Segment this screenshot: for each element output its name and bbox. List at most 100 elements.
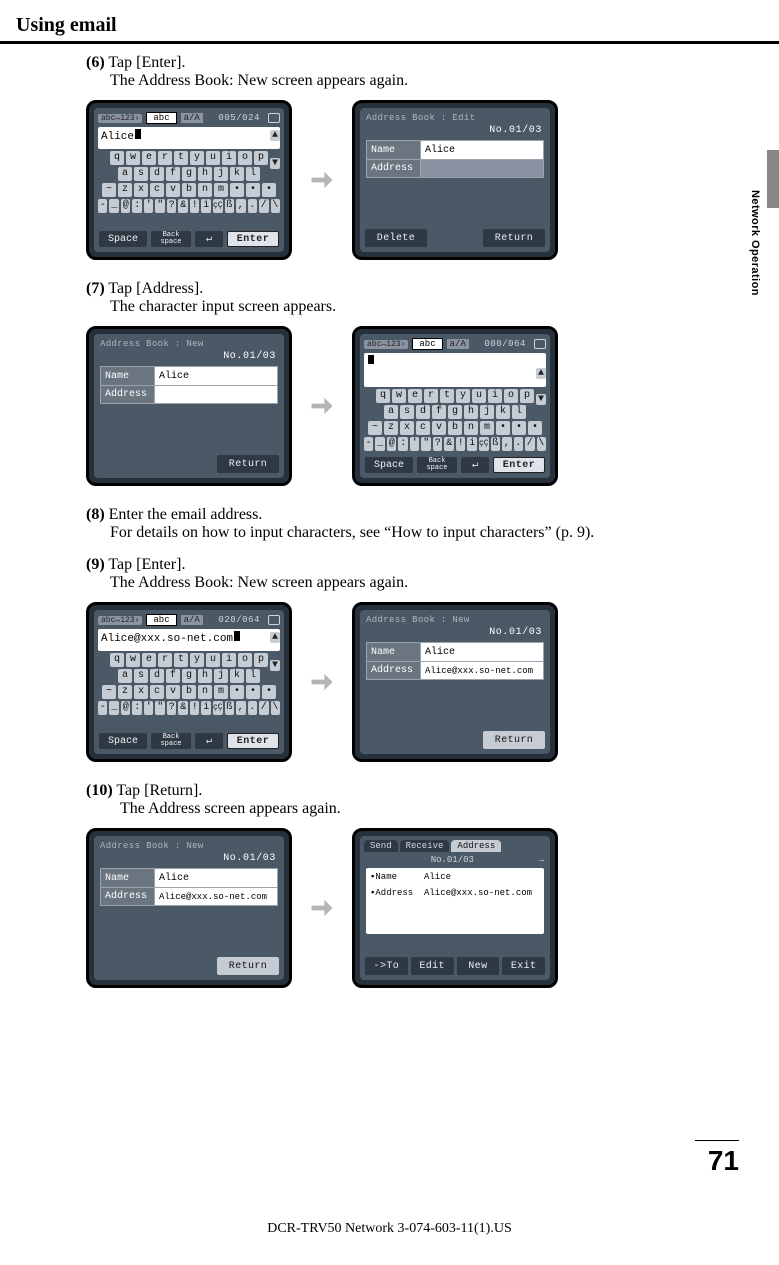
key-y[interactable]: y [190, 151, 204, 165]
key-@[interactable]: @ [121, 199, 131, 213]
key-i[interactable]: i [467, 437, 477, 451]
key-'[interactable]: ' [144, 701, 154, 715]
key-backspace[interactable]: Backspace [417, 457, 457, 473]
scroll-down-icon[interactable]: ▼ [536, 394, 546, 405]
key-h[interactable]: h [198, 669, 212, 683]
key-t[interactable]: t [174, 653, 188, 667]
key-k[interactable]: k [496, 405, 510, 419]
key-backspace[interactable]: Backspace [151, 733, 191, 749]
key-h[interactable]: h [198, 167, 212, 181]
return-button[interactable]: Return [483, 731, 545, 749]
keyboard-icon[interactable] [534, 339, 546, 349]
key-y[interactable]: y [456, 389, 470, 403]
key-c[interactable]: c [150, 183, 164, 197]
key-n[interactable]: n [464, 421, 478, 435]
key-\[interactable]: \ [537, 437, 547, 451]
key-k[interactable]: k [230, 167, 244, 181]
key-?[interactable]: ? [167, 199, 177, 213]
key-g[interactable]: g [182, 669, 196, 683]
mode-abc[interactable]: abc [146, 112, 176, 124]
key-i[interactable]: i [222, 653, 236, 667]
key-'[interactable]: ' [410, 437, 420, 451]
scroll-up-icon[interactable]: ▲ [270, 632, 280, 643]
key-&[interactable]: & [178, 701, 188, 715]
tab-send[interactable]: Send [364, 840, 398, 852]
key-![interactable]: ! [190, 701, 200, 715]
key-h[interactable]: h [464, 405, 478, 419]
keyboard-icon[interactable] [268, 615, 280, 625]
key-b[interactable]: b [182, 183, 196, 197]
mode-abc[interactable]: abc [412, 338, 442, 350]
mode-case[interactable]: a/A [181, 113, 203, 123]
key-f[interactable]: f [166, 669, 180, 683]
key-•[interactable]: • [246, 685, 260, 699]
key-x[interactable]: x [134, 183, 148, 197]
key-space[interactable]: Space [365, 457, 413, 473]
key-space[interactable]: Space [99, 733, 147, 749]
key-l[interactable]: l [246, 167, 260, 181]
enter-button[interactable]: Enter [493, 457, 545, 473]
name-field[interactable]: Alice [421, 141, 543, 159]
key-/[interactable]: / [525, 437, 535, 451]
key-\[interactable]: \ [271, 199, 281, 213]
key-x[interactable]: x [134, 685, 148, 699]
key-,[interactable]: , [236, 199, 246, 213]
key-_[interactable]: _ [109, 701, 119, 715]
key-f[interactable]: f [432, 405, 446, 419]
key-.[interactable]: . [248, 701, 258, 715]
key-s[interactable]: s [400, 405, 414, 419]
key-•[interactable]: • [246, 183, 260, 197]
return-button[interactable]: Return [217, 957, 279, 975]
key-m[interactable]: m [214, 183, 228, 197]
key-•[interactable]: • [262, 685, 276, 699]
key-![interactable]: ! [190, 199, 200, 213]
address-field[interactable] [155, 386, 277, 403]
key-/[interactable]: / [259, 701, 269, 715]
key-i[interactable]: i [222, 151, 236, 165]
tab-address[interactable]: Address [451, 840, 501, 852]
key-b[interactable]: b [182, 685, 196, 699]
key-d[interactable]: d [150, 167, 164, 181]
key-"[interactable]: " [421, 437, 431, 451]
key-a[interactable]: a [384, 405, 398, 419]
key-,[interactable]: , [502, 437, 512, 451]
key-v[interactable]: v [166, 685, 180, 699]
key-p[interactable]: p [254, 653, 268, 667]
key-return-icon[interactable]: ↵ [195, 733, 223, 749]
key-:[interactable]: : [132, 701, 142, 715]
key-z[interactable]: z [118, 183, 132, 197]
key-çÇ[interactable]: çÇ [479, 437, 489, 451]
exit-button[interactable]: Exit [502, 957, 545, 975]
key-p[interactable]: p [254, 151, 268, 165]
key-,[interactable]: , [236, 701, 246, 715]
key-a[interactable]: a [118, 669, 132, 683]
key-x[interactable]: x [400, 421, 414, 435]
key-m[interactable]: m [480, 421, 494, 435]
key-g[interactable]: g [448, 405, 462, 419]
key-d[interactable]: d [416, 405, 430, 419]
key-return-icon[interactable]: ↵ [461, 457, 489, 473]
mode-toggle[interactable]: abc↔123› [98, 114, 142, 123]
scroll-down-icon[interactable]: ▼ [270, 158, 280, 169]
key--[interactable]: - [98, 199, 108, 213]
key-g[interactable]: g [182, 167, 196, 181]
text-input[interactable]: Alice@xxx.so-net.com [98, 629, 280, 651]
key-\[interactable]: \ [271, 701, 281, 715]
key-c[interactable]: c [150, 685, 164, 699]
key-t[interactable]: t [440, 389, 454, 403]
key-_[interactable]: _ [375, 437, 385, 451]
text-input[interactable]: Alice [98, 127, 280, 149]
key-u[interactable]: u [206, 151, 220, 165]
key-'[interactable]: ' [144, 199, 154, 213]
key-j[interactable]: j [214, 167, 228, 181]
key-&[interactable]: & [178, 199, 188, 213]
key-space[interactable]: Space [99, 231, 147, 247]
key-w[interactable]: w [392, 389, 406, 403]
tab-receive[interactable]: Receive [400, 840, 450, 852]
name-field[interactable]: Alice [155, 367, 277, 385]
key-/[interactable]: / [259, 199, 269, 213]
key-çÇ[interactable]: çÇ [213, 701, 223, 715]
name-field[interactable]: Alice [155, 869, 277, 887]
key-•[interactable]: • [262, 183, 276, 197]
key-p[interactable]: p [520, 389, 534, 403]
